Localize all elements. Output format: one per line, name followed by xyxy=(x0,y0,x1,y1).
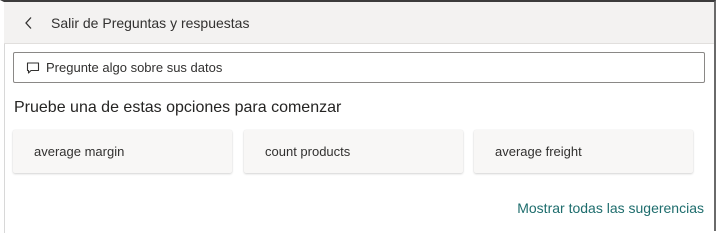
qna-header: Salir de Preguntas y respuestas xyxy=(4,2,714,44)
qna-panel: Salir de Preguntas y respuestas Pruebe u… xyxy=(0,0,716,233)
suggestion-label: count products xyxy=(265,144,351,159)
ask-question-box[interactable] xyxy=(13,52,705,83)
suggestion-label: average freight xyxy=(495,144,582,159)
suggestion-card-average-freight[interactable]: average freight xyxy=(474,130,693,173)
show-all-suggestions-link[interactable]: Mostrar todas las sugerencias xyxy=(517,200,704,216)
chevron-left-icon xyxy=(22,16,36,30)
exit-qna-button[interactable]: Salir de Preguntas y respuestas xyxy=(22,9,252,37)
exit-qna-label: Salir de Preguntas y respuestas xyxy=(51,15,250,31)
suggestions-heading: Pruebe una de estas opciones para comenz… xyxy=(14,99,342,116)
suggestion-card-average-margin[interactable]: average margin xyxy=(13,130,232,173)
suggestion-label: average margin xyxy=(34,144,125,159)
panel-divider xyxy=(4,44,5,233)
suggestion-card-count-products[interactable]: count products xyxy=(244,130,463,173)
speech-bubble-icon xyxy=(26,61,40,75)
ask-question-input[interactable] xyxy=(46,54,704,81)
